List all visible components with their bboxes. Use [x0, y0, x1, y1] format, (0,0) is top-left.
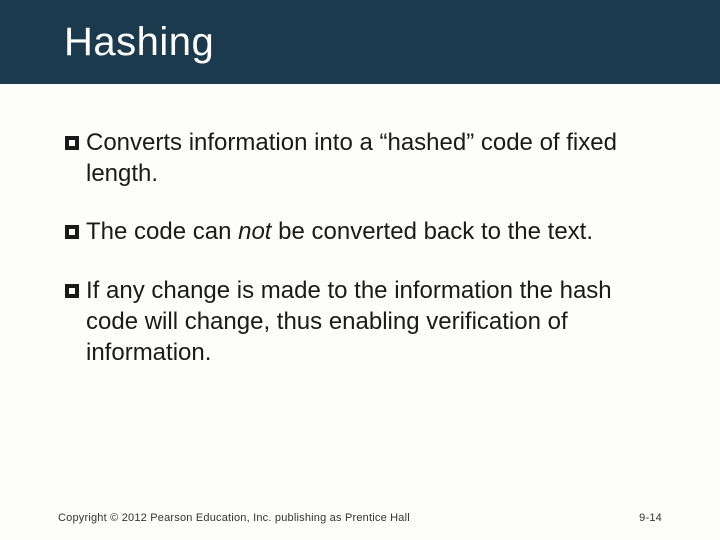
bullet-item: If any change is made to the information… — [64, 276, 656, 368]
slide-title: Hashing — [64, 20, 214, 65]
bullet-item: Converts information into a “hashed” cod… — [64, 128, 656, 189]
footer: Copyright © 2012 Pearson Education, Inc.… — [0, 512, 720, 524]
copyright-text: Copyright © 2012 Pearson Education, Inc.… — [58, 512, 410, 524]
bullet-text: If any change is made to the information… — [86, 276, 656, 368]
square-bullet-icon — [64, 283, 80, 299]
bullet-item: The code can not be converted back to th… — [64, 217, 656, 248]
title-bar: Hashing — [0, 0, 720, 84]
square-bullet-icon — [64, 224, 80, 240]
bullet-text: The code can not be converted back to th… — [86, 217, 593, 248]
content-area: Converts information into a “hashed” cod… — [0, 84, 720, 368]
bullet-text: Converts information into a “hashed” cod… — [86, 128, 656, 189]
page-number: 9-14 — [639, 512, 662, 524]
slide: Hashing Converts information into a “has… — [0, 0, 720, 540]
square-bullet-icon — [64, 135, 80, 151]
